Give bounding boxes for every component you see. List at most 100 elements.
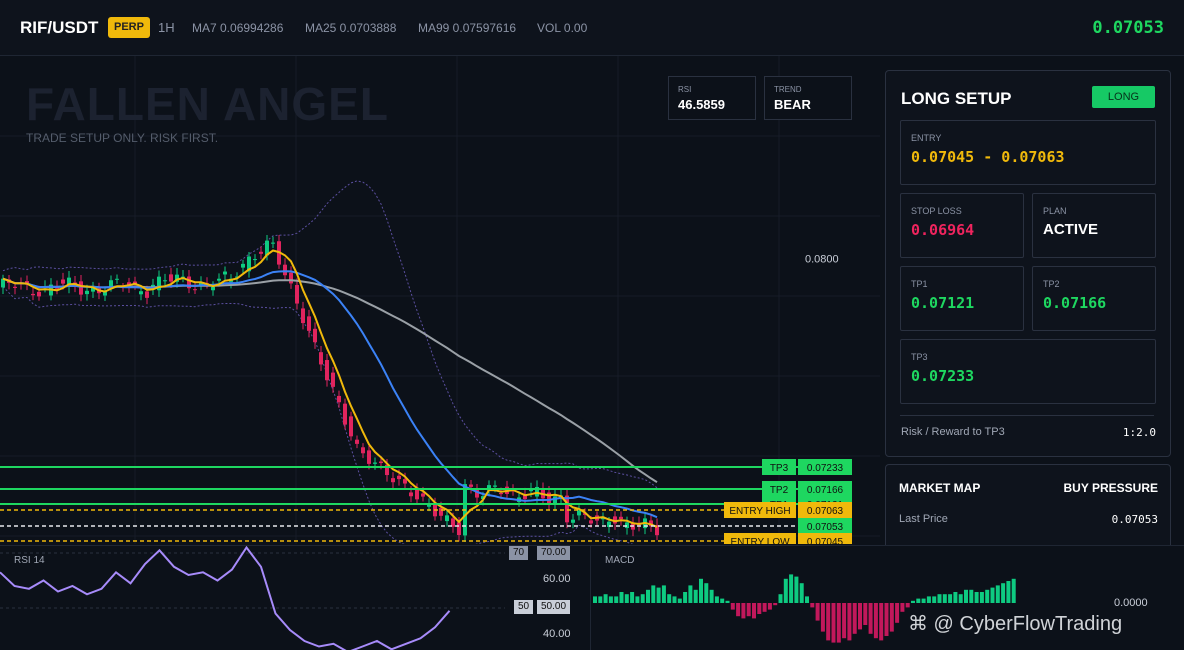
macd-bar	[953, 592, 957, 603]
tp2-card: TP2 0.07166	[1032, 266, 1156, 331]
risk-reward-value: 1:2.0	[1123, 426, 1156, 439]
ma99-readout: MA99 0.07597616	[418, 21, 516, 35]
ma25-readout: MA25 0.0703888	[305, 21, 396, 35]
trend-box-value: BEAR	[774, 97, 811, 112]
price-tag-value: 0.07166	[807, 485, 844, 496]
buy-pressure-label: BUY PRESSURE	[1064, 481, 1158, 495]
rsi-line	[0, 548, 450, 650]
candle-body	[253, 259, 257, 260]
macd-bar	[932, 596, 936, 603]
macd-bar	[789, 574, 793, 603]
macd-bar	[773, 603, 777, 605]
macd-bar	[996, 585, 1000, 603]
macd-bar	[614, 596, 618, 603]
stop-loss-card: STOP LOSS 0.06964	[900, 193, 1024, 258]
tp3-label: TP3	[911, 352, 928, 362]
macd-bar	[593, 596, 597, 603]
candle-body	[343, 404, 347, 425]
candle-body	[565, 496, 569, 523]
candle-body	[193, 289, 197, 290]
level-tag-label: TP3	[770, 463, 789, 474]
trend-box-label: TREND	[774, 85, 802, 94]
candle-body	[589, 520, 593, 523]
rsi-70-label: 70.00	[537, 546, 570, 560]
macd-bar	[635, 596, 639, 603]
timeframe-selector[interactable]: 1H	[158, 20, 175, 35]
candle-body	[259, 252, 263, 254]
macd-bar	[980, 592, 984, 603]
candle-body	[139, 291, 143, 294]
trend-box: TREND BEAR	[764, 76, 852, 120]
macd-bar	[874, 603, 878, 638]
macd-bar	[916, 599, 920, 603]
candle-body	[445, 515, 449, 521]
market-map-title: MARKET MAP	[899, 481, 980, 495]
candle-body	[313, 329, 317, 342]
risk-reward-label: Risk / Reward to TP3	[901, 426, 1005, 438]
candle-body	[109, 280, 113, 286]
candle-body	[625, 522, 629, 528]
macd-bar	[800, 583, 804, 603]
candle-body	[367, 450, 371, 464]
candle-body	[421, 494, 425, 497]
setup-title: LONG SETUP	[901, 89, 1012, 109]
candle-body	[577, 511, 581, 516]
candle-body	[349, 416, 353, 436]
macd-bar	[853, 603, 857, 634]
macd-zero-label: 0.0000	[1114, 597, 1148, 609]
candle-body	[241, 264, 245, 268]
candle-body	[217, 279, 221, 281]
rsi-plot[interactable]	[0, 546, 590, 650]
macd-bar	[763, 603, 767, 612]
candle-body	[409, 492, 413, 496]
rsi-box-value: 46.5859	[678, 97, 725, 112]
macd-bar	[816, 603, 820, 621]
macd-bar	[720, 599, 724, 603]
macd-bar	[673, 596, 677, 603]
upper-band-line	[3, 181, 657, 488]
tp1-card: TP1 0.07121	[900, 266, 1024, 331]
macd-bar	[1001, 583, 1005, 603]
candle-body	[289, 273, 293, 284]
macd-bar	[885, 603, 889, 636]
macd-bar	[715, 596, 719, 603]
candle-body	[493, 486, 497, 487]
macd-bar	[858, 603, 862, 629]
macd-bar	[832, 603, 836, 643]
rsi-pane: RSI 14 70 70.00 60.00 50 50.00 40.00	[0, 545, 590, 650]
long-button[interactable]: LONG	[1092, 86, 1155, 108]
candle-body	[31, 294, 35, 295]
candle-body	[619, 517, 623, 519]
watermark-subtitle: TRADE SETUP ONLY. RISK FIRST.	[26, 131, 218, 145]
macd-bar	[779, 594, 783, 603]
macd-bar	[1012, 579, 1016, 603]
candle-body	[307, 316, 311, 330]
candle-body	[115, 279, 119, 280]
macd-bar	[943, 594, 947, 603]
entry-label: ENTRY	[911, 133, 941, 143]
candle-body	[571, 520, 575, 523]
macd-bar	[895, 603, 899, 623]
macd-bar	[863, 603, 867, 625]
macd-bar	[620, 592, 624, 603]
macd-bar	[604, 594, 608, 603]
candle-body	[469, 485, 473, 487]
rsi-60-label: 60.00	[543, 573, 571, 585]
candle-body	[211, 287, 215, 290]
market-map-panel: MARKET MAP BUY PRESSURE Last Price 0.070…	[885, 464, 1171, 556]
macd-bar	[959, 594, 963, 603]
ma7-readout: MA7 0.06994286	[192, 21, 283, 35]
macd-bar	[969, 590, 973, 603]
macd-bar	[646, 590, 650, 603]
candle-body	[397, 476, 401, 479]
macd-bar	[890, 603, 894, 632]
candle-body	[439, 508, 443, 516]
entry-value: 0.07045 - 0.07063	[911, 148, 1065, 166]
header-bar: RIF/USDT PERP 1H MA7 0.06994286 MA25 0.0…	[0, 0, 1184, 56]
macd-bar	[747, 603, 751, 616]
candle-body	[325, 360, 329, 380]
perp-badge: PERP	[108, 17, 150, 38]
candle-body	[37, 292, 41, 297]
stop-loss-label: STOP LOSS	[911, 206, 962, 216]
symbol-title[interactable]: RIF/USDT	[20, 18, 98, 38]
